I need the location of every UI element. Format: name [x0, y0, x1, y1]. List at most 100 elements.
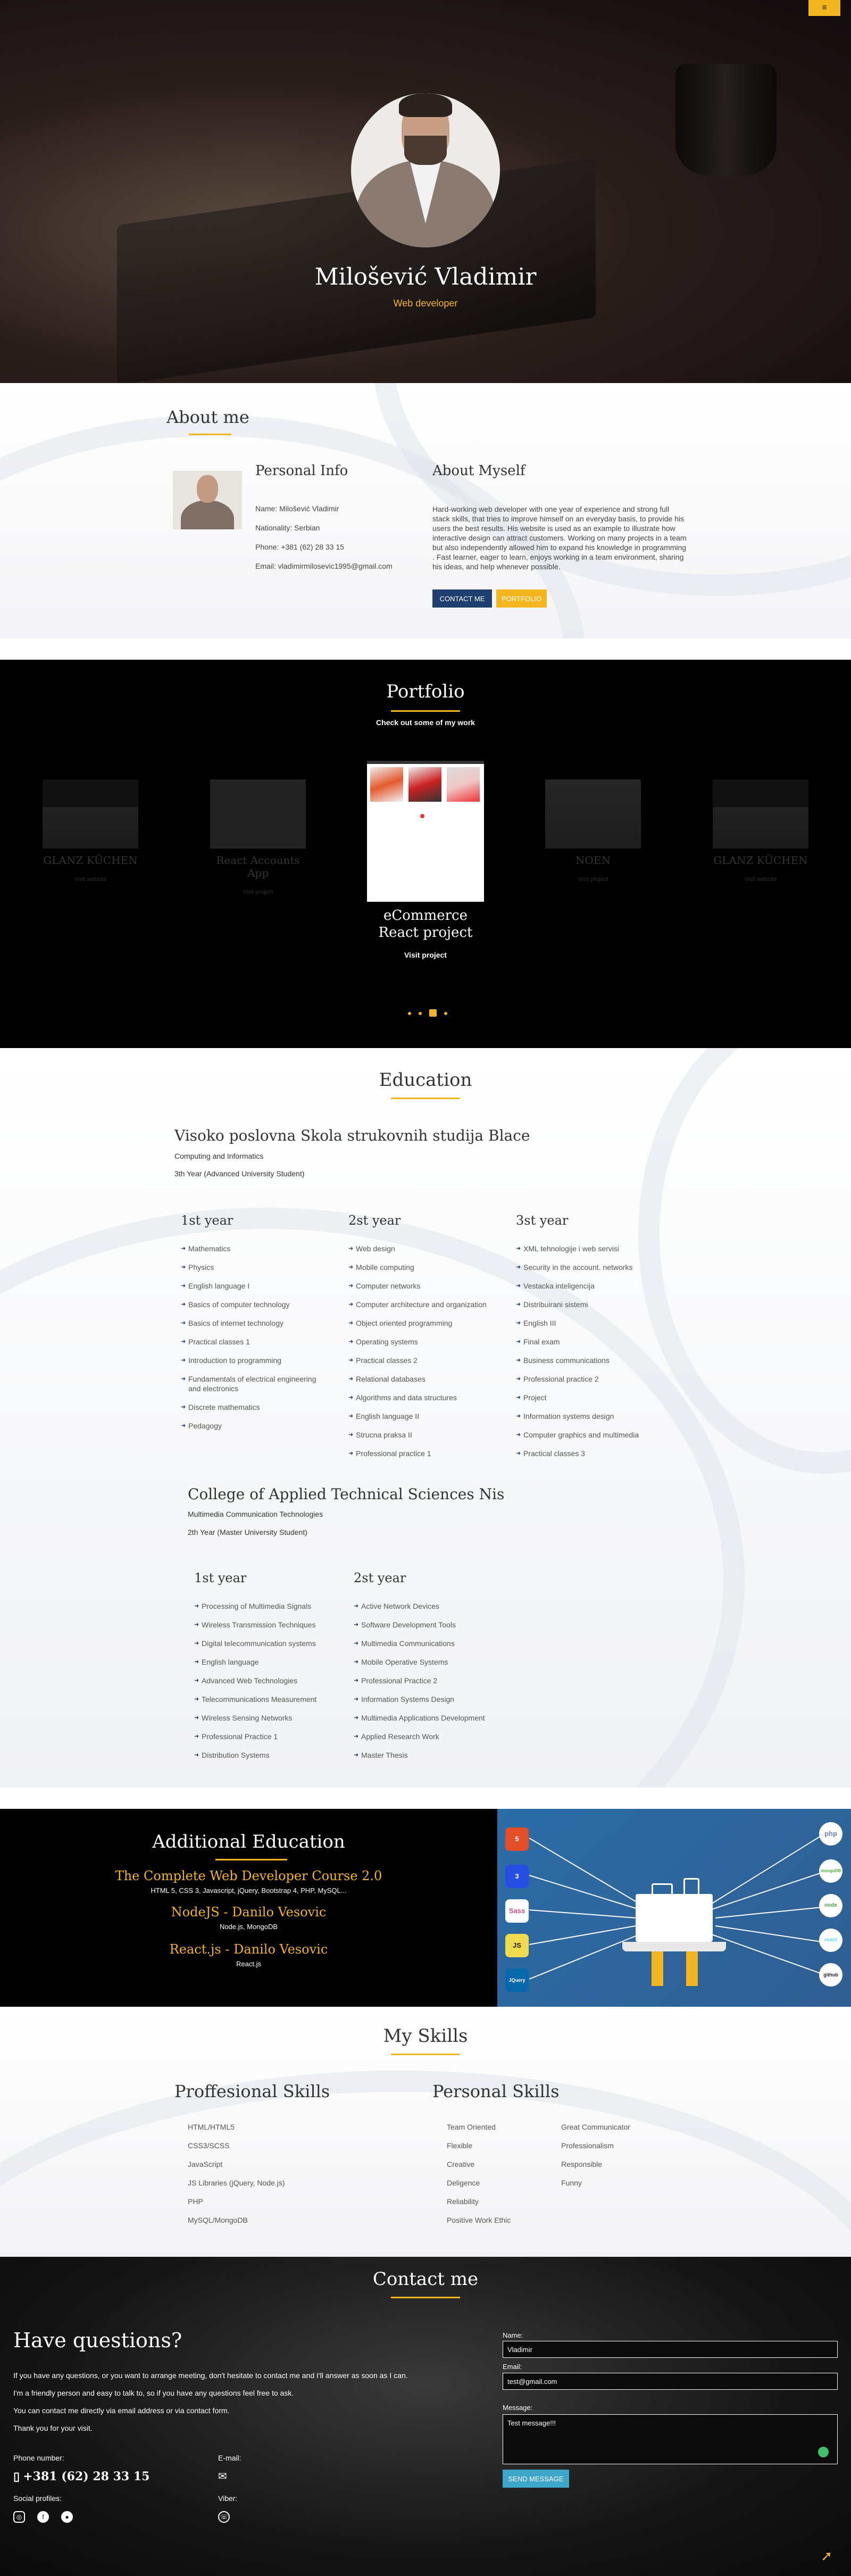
personal-name: Name: Milošević Vladimir: [255, 504, 339, 513]
name-input[interactable]: [503, 2341, 838, 2358]
send-message-button[interactable]: SEND MESSAGE: [503, 2470, 569, 2488]
react-icon: react: [819, 1929, 842, 1952]
jquery-icon: JQuery: [505, 1968, 529, 1992]
instagram-icon[interactable]: ◎: [13, 2511, 25, 2523]
grammar-check-icon[interactable]: [818, 2447, 829, 2457]
professional-skills-list: HTML/HTML5 CSS3/SCSS JavaScript JS Librarie…: [188, 2123, 285, 2224]
course-desc: HTML 5, CSS 3, Javascript, jQuery, Boots…: [151, 1887, 347, 1894]
visit-link[interactable]: Visit website: [710, 876, 811, 883]
css3-icon: 3: [505, 1865, 529, 1888]
additional-education-title: Additional Education: [152, 1831, 345, 1852]
year-column: 1st year Processing of Multimedia Signal…: [194, 1570, 354, 1769]
laptop-screen: [636, 1894, 713, 1942]
facebook-icon[interactable]: f: [37, 2511, 49, 2523]
menu-button[interactable]: ≡: [808, 0, 840, 16]
professional-skills-title: Proffesional Skills: [174, 2081, 330, 2101]
carousel-dot[interactable]: [444, 1012, 447, 1015]
school-name: College of Applied Technical Sciences Ni…: [188, 1485, 505, 1503]
github-icon[interactable]: ●: [61, 2511, 73, 2523]
phone-number[interactable]: ▯ +381 (62) 28 33 15: [13, 2470, 150, 2483]
about-section: About me Personal Info Name: Milošević V…: [0, 383, 851, 638]
personal-info-list: Name: Milošević Vladimir Nationality: Se…: [255, 504, 393, 581]
skills-title: My Skills: [383, 2025, 468, 2047]
javascript-icon: JS: [505, 1934, 529, 1957]
portfolio-title: Portfolio: [386, 681, 465, 702]
github-icon: github: [819, 1963, 842, 1987]
portfolio-card-title: eCommerce React project: [378, 908, 473, 941]
html5-icon: 5: [505, 1827, 529, 1851]
contact-paragraph: Thank you for your visit.: [13, 2424, 93, 2432]
carousel-dot-active[interactable]: [429, 1009, 437, 1017]
visit-link[interactable]: Visit project: [543, 876, 644, 883]
visit-link[interactable]: Visit website: [40, 876, 141, 883]
portfolio-button[interactable]: PORTFOLIO: [496, 589, 547, 608]
visit-link[interactable]: Visit project: [207, 889, 308, 895]
school-name: Visoko poslovna Skola strukovnih studija…: [174, 1127, 530, 1144]
education-title-underline: [391, 1098, 460, 1099]
personal-info-title: Personal Info: [255, 463, 348, 479]
portfolio-thumbnail: [367, 761, 484, 902]
hero-role: Web developer: [393, 298, 458, 309]
contact-title-underline: [391, 2297, 460, 2298]
nodejs-icon: node: [819, 1894, 842, 1917]
avatar: [351, 93, 500, 247]
mongodb-icon: mongoDB: [819, 1859, 842, 1883]
viber-icon[interactable]: ☏: [218, 2511, 230, 2523]
portfolio-thumbnail: [43, 779, 138, 849]
school-faculty: Multimedia Communication Technologies: [188, 1510, 323, 1518]
portfolio-card[interactable]: NOEN Visit project: [543, 779, 644, 883]
message-textarea[interactable]: Test message!!!: [503, 2414, 838, 2464]
social-label: Social profiles:: [13, 2494, 62, 2503]
personal-phone: Phone: +381 (62) 28 33 15: [255, 543, 344, 551]
contact-me-button[interactable]: CONTACT ME: [432, 589, 492, 608]
course-name: NodeJS - Danilo Vesovic: [171, 1905, 327, 1919]
scroll-to-top-icon[interactable]: ➚: [821, 2548, 832, 2564]
about-myself-title: About Myself: [432, 463, 525, 479]
contact-paragraph: I'm a friendly person and easy to talk t…: [13, 2389, 294, 2397]
skills-section: My Skills Proffesional Skills HTML/HTML5…: [0, 2007, 851, 2257]
about-title: About me: [166, 407, 249, 427]
portfolio-thumbnail: [713, 779, 808, 849]
laptop-base: [622, 1942, 726, 1951]
school-year: 2th Year (Master University Student): [188, 1528, 307, 1536]
email-input[interactable]: [503, 2373, 838, 2390]
background-mug: [675, 64, 777, 176]
course-name: The Complete Web Developer Course 2.0: [115, 1868, 382, 1883]
carousel-dots: [404, 1008, 451, 1017]
tech-illustration: 5 3 Sass JS JQuery php mongoDB node reac…: [497, 1809, 851, 2007]
contact-section: Contact me Have questions? If you have a…: [0, 2257, 851, 2576]
portfolio-card-active[interactable]: eCommerce React project Visit project: [362, 761, 489, 959]
about-photo: [173, 471, 242, 529]
personal-email: Email: vladimirmilosevic1995@gmail.com: [255, 562, 393, 570]
portfolio-thumbnail: [210, 779, 306, 849]
viber-label: Viber:: [218, 2494, 238, 2503]
sass-icon: Sass: [505, 1899, 529, 1923]
portfolio-card[interactable]: GLANZ KÜCHEN Visit website: [710, 779, 811, 883]
year-column: 2st year Active Network DevicesSoftware …: [354, 1570, 513, 1769]
mobile-icon: ▯: [13, 2470, 23, 2483]
php-icon: php: [819, 1822, 842, 1846]
course-desc: React.js: [236, 1960, 261, 1968]
personal-nationality: Nationality: Serbian: [255, 523, 320, 532]
hamburger-icon: ≡: [822, 3, 827, 12]
about-title-underline: [189, 434, 231, 435]
personal-skills-list-2: Great Communicator Professionalism Respons…: [561, 2123, 630, 2187]
about-myself-text: Hard-working web developer with one year…: [432, 505, 687, 571]
year-column: 3st year XML tehnologije i web servisiSe…: [516, 1213, 675, 1467]
portfolio-section: Portfolio Check out some of my work GLAN…: [0, 660, 851, 1048]
portfolio-card[interactable]: GLANZ KÜCHEN Visit website: [40, 779, 141, 883]
carousel-dot[interactable]: [408, 1012, 411, 1015]
hero-name: Milošević Vladimir: [314, 263, 537, 290]
envelope-icon[interactable]: ✉: [218, 2470, 227, 2483]
course-desc: Node.js, MongoDB: [219, 1923, 278, 1931]
additional-education-section: Additional Education The Complete Web De…: [0, 1809, 851, 2007]
portfolio-card[interactable]: React Accounts App Visit project: [207, 779, 308, 895]
contact-title: Contact me: [372, 2268, 479, 2290]
phone-label: Phone number:: [13, 2454, 64, 2462]
carousel-dot[interactable]: [419, 1012, 422, 1015]
contact-paragraph: If you have any questions, or you want t…: [13, 2371, 408, 2380]
year-column: 1st year MathematicsPhysicsEnglish langu…: [181, 1213, 340, 1440]
visit-link[interactable]: Visit project: [362, 951, 489, 959]
skills-title-underline: [391, 2054, 460, 2055]
portfolio-title-underline: [391, 710, 460, 712]
